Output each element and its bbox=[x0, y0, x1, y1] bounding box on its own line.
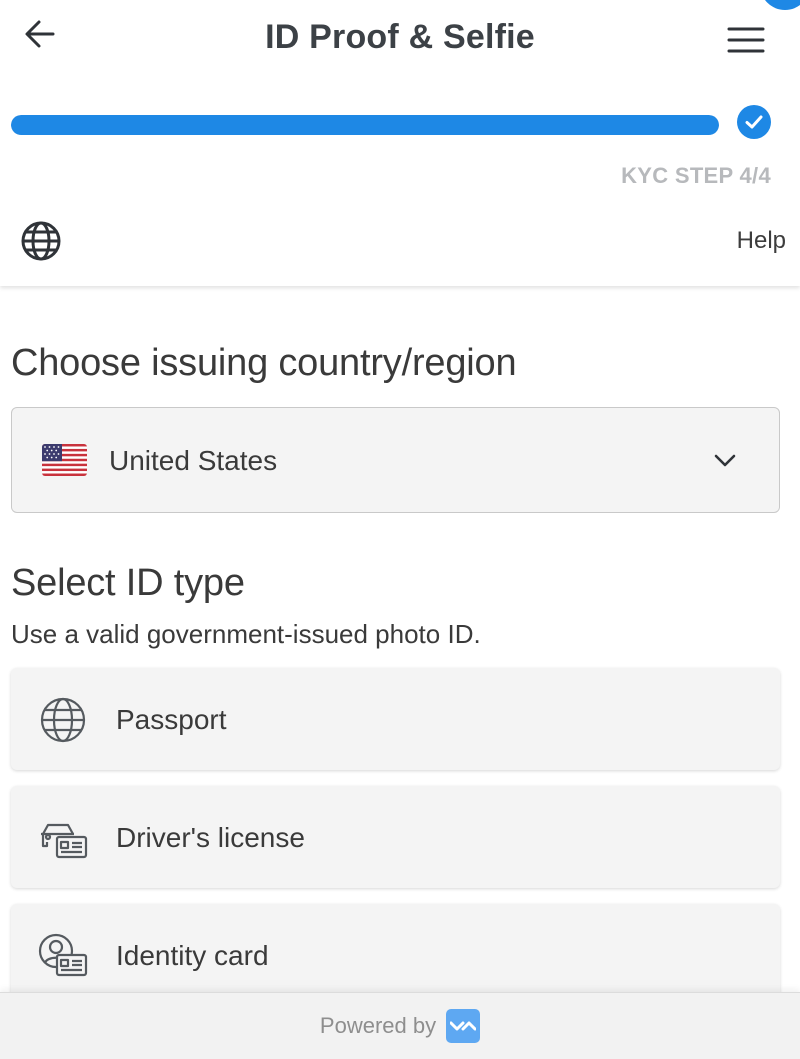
us-flag-icon bbox=[42, 444, 87, 476]
chat-bubble-button[interactable] bbox=[760, 0, 800, 10]
footer: Powered by bbox=[0, 992, 800, 1059]
kyc-screen: ID Proof & Selfie KYC STEP 4/4 Help Choo… bbox=[0, 0, 800, 1059]
page-title: ID Proof & Selfie bbox=[265, 18, 535, 56]
help-link[interactable]: Help bbox=[737, 227, 786, 255]
country-select[interactable]: United States bbox=[11, 407, 780, 513]
brand-logo-icon bbox=[446, 1009, 481, 1043]
country-heading: Choose issuing country/region bbox=[11, 342, 517, 384]
option-label: Passport bbox=[116, 704, 227, 735]
globe-icon bbox=[38, 697, 88, 743]
powered-by-text: Powered by bbox=[319, 1013, 437, 1038]
chevron-down-icon bbox=[714, 454, 736, 467]
header: ID Proof & Selfie KYC STEP 4/4 Help bbox=[0, 0, 800, 286]
option-label: Driver's license bbox=[116, 822, 305, 853]
step-label: KYC STEP 4/4 bbox=[621, 163, 771, 188]
globe-icon bbox=[21, 221, 61, 261]
id-option-identity-card[interactable]: Identity card bbox=[11, 904, 780, 1006]
option-label: Identity card bbox=[116, 940, 269, 971]
id-option-drivers-license[interactable]: Driver's license bbox=[11, 786, 780, 888]
language-button[interactable] bbox=[18, 218, 64, 264]
person-id-icon bbox=[38, 933, 88, 979]
hamburger-menu-icon bbox=[727, 27, 765, 53]
car-id-icon bbox=[38, 815, 88, 861]
progress-bar bbox=[11, 115, 719, 135]
menu-button[interactable] bbox=[726, 22, 766, 58]
id-option-passport[interactable]: Passport bbox=[11, 668, 780, 770]
check-circle-icon bbox=[737, 105, 771, 139]
progress-fill bbox=[11, 115, 719, 135]
selected-country: United States bbox=[109, 445, 278, 476]
id-type-heading: Select ID type bbox=[11, 562, 245, 604]
id-type-subtitle: Use a valid government-issued photo ID. bbox=[11, 619, 481, 649]
